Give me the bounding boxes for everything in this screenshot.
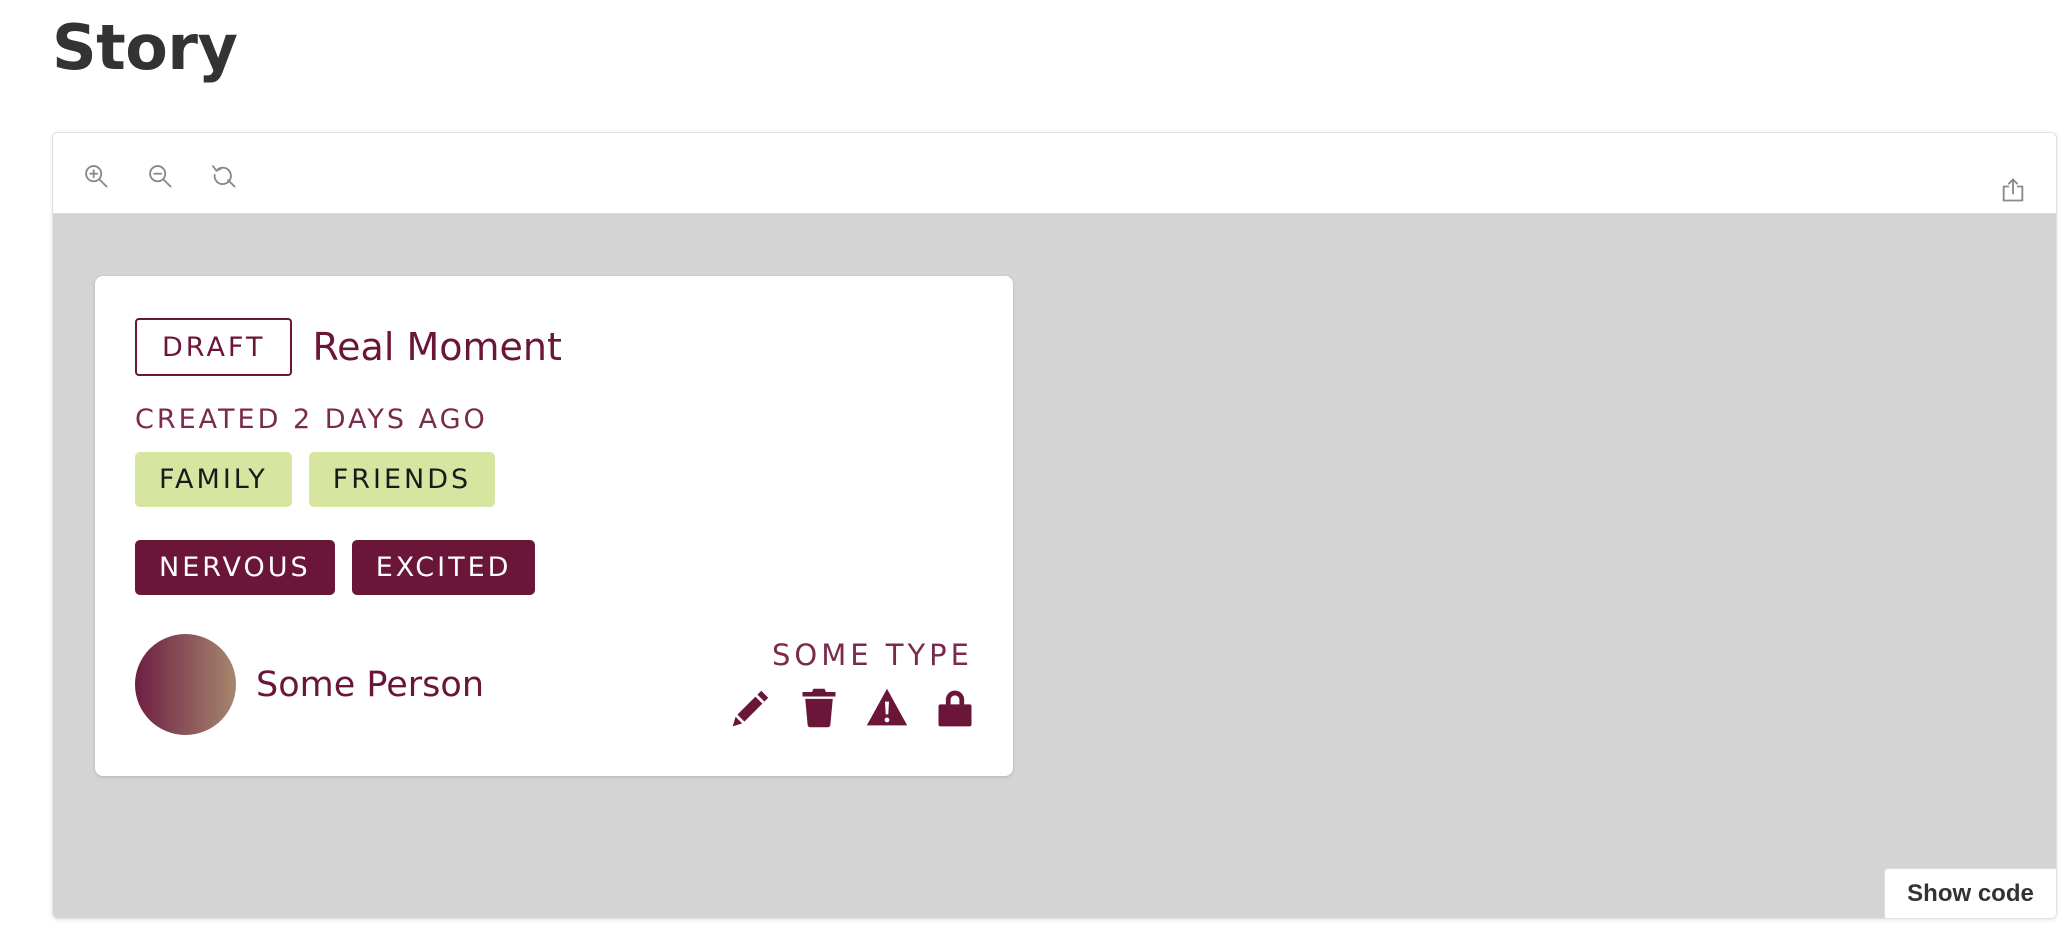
zoom-out-button[interactable] xyxy=(143,159,177,193)
status-badge: DRAFT xyxy=(135,318,293,376)
edit-button[interactable] xyxy=(729,686,773,730)
zoom-in-button[interactable] xyxy=(79,159,113,193)
share-button[interactable] xyxy=(1996,173,2030,207)
card-header: DRAFT Real Moment xyxy=(135,318,562,376)
report-button[interactable] xyxy=(865,686,909,730)
story-preview-panel: DRAFT Real Moment CREATED 2 DAYS AGO FAM… xyxy=(52,132,2057,919)
preview-toolbar xyxy=(53,133,2056,214)
zoom-out-icon xyxy=(149,165,172,188)
moment-card[interactable]: DRAFT Real Moment CREATED 2 DAYS AGO FAM… xyxy=(95,276,1013,776)
person-name: Some Person xyxy=(256,664,484,705)
topic-tag: FAMILY xyxy=(135,452,292,507)
show-code-button[interactable]: Show code xyxy=(1884,868,2056,918)
share-icon xyxy=(2002,178,2024,202)
delete-button[interactable] xyxy=(797,686,841,730)
feeling-tag: NERVOUS xyxy=(135,540,335,595)
preview-canvas: DRAFT Real Moment CREATED 2 DAYS AGO FAM… xyxy=(53,214,2056,918)
pencil-icon xyxy=(732,690,769,727)
reset-zoom-icon xyxy=(211,165,236,188)
trash-icon xyxy=(802,688,836,728)
lock-icon xyxy=(938,690,972,727)
created-date: CREATED 2 DAYS AGO xyxy=(135,404,488,435)
page-title: Story xyxy=(52,11,238,84)
feeling-tag: EXCITED xyxy=(351,540,536,595)
zoom-in-icon xyxy=(85,165,108,188)
topic-tag: FRIENDS xyxy=(308,452,496,507)
feeling-tags: NERVOUS EXCITED xyxy=(135,540,536,595)
reset-zoom-button[interactable] xyxy=(207,159,241,193)
warning-icon xyxy=(866,688,908,726)
avatar xyxy=(135,634,236,735)
moment-type: SOME TYPE xyxy=(771,638,973,672)
card-actions xyxy=(729,686,977,730)
topic-tags: FAMILY FRIENDS xyxy=(135,452,496,507)
card-title: Real Moment xyxy=(312,325,562,369)
lock-button[interactable] xyxy=(933,686,977,730)
person: Some Person xyxy=(135,634,484,735)
